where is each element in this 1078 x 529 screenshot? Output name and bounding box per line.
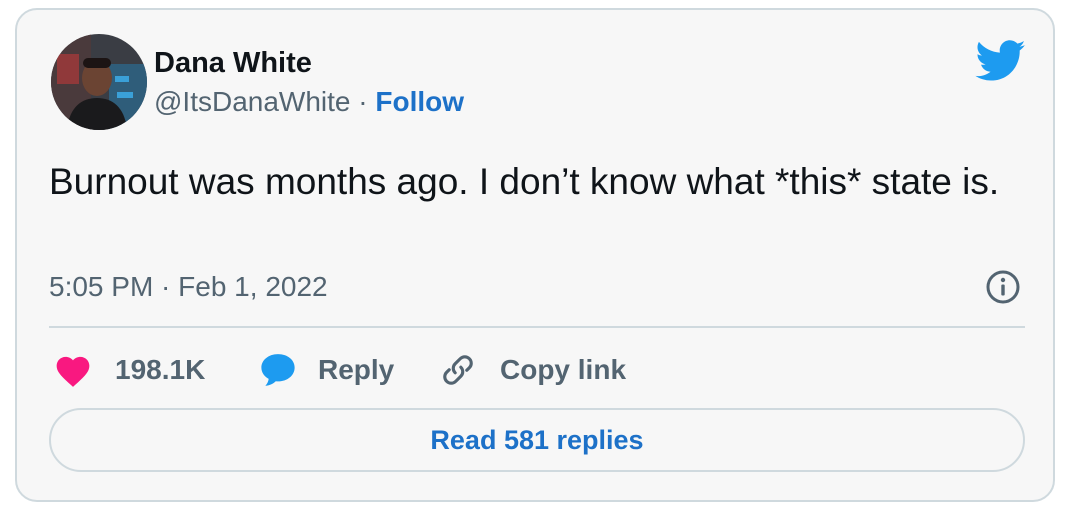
handle-separator: · — [350, 86, 376, 117]
divider — [49, 326, 1025, 328]
tweet-text: Burnout was months ago. I don’t know wha… — [49, 161, 1000, 202]
author-name[interactable]: Dana White — [154, 46, 312, 80]
tweet-timestamp[interactable]: 5:05 PM · Feb 1, 2022 — [49, 270, 328, 304]
handle-row: @ItsDanaWhite · Follow — [154, 85, 464, 119]
heart-icon — [56, 356, 90, 387]
follow-button[interactable]: Follow — [375, 86, 464, 117]
twitter-bird-icon[interactable] — [975, 40, 1027, 82]
link-icon — [443, 355, 473, 385]
avatar[interactable] — [51, 34, 147, 130]
read-replies-button[interactable]: Read 581 replies — [49, 408, 1025, 472]
author-handle[interactable]: @ItsDanaWhite — [154, 86, 351, 117]
info-icon[interactable] — [985, 269, 1021, 305]
like-button[interactable]: 198.1K — [53, 348, 205, 392]
like-count: 198.1K — [115, 354, 206, 385]
tweet-embed-card: Dana White @ItsDanaWhite · Follow Burnou… — [15, 8, 1055, 502]
reply-button[interactable]: Reply — [259, 348, 394, 392]
copy-link-label: Copy link — [500, 354, 627, 385]
avatar-photo — [51, 34, 147, 130]
reply-label: Reply — [318, 354, 395, 385]
reply-bubble-icon — [261, 354, 295, 386]
copy-link-button[interactable]: Copy link — [441, 348, 626, 392]
